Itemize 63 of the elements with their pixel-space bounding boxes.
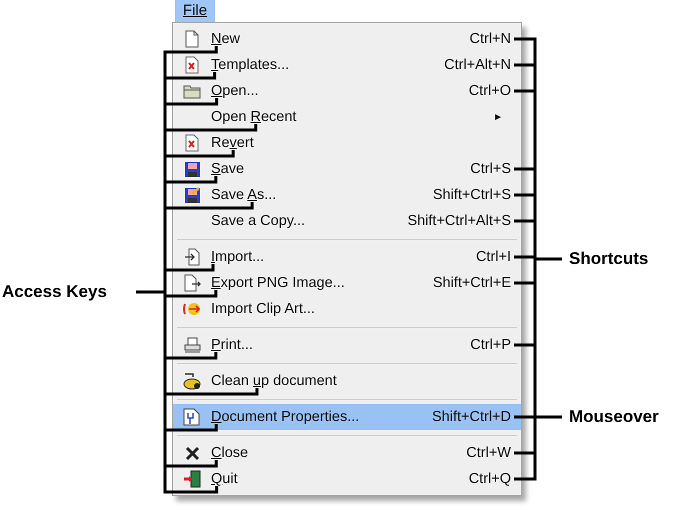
menu-item[interactable]: Quit Ctrl+Q (173, 466, 521, 492)
shortcut-label: Ctrl+N (470, 31, 511, 47)
menu-item[interactable]: Document Properties... Shift+Ctrl+D (173, 404, 521, 430)
menu-item-label: Save a Copy... (211, 213, 306, 229)
blank-page-icon (184, 30, 200, 48)
menu-item-label: New (211, 31, 242, 47)
annotation-label: Mouseover (569, 406, 659, 428)
page-with-cross-icon (184, 134, 200, 152)
clip-art-arrow-icon (182, 302, 202, 316)
menu-item[interactable]: Import Clip Art... (173, 296, 521, 322)
menu-item[interactable]: Open... Ctrl+O (173, 78, 521, 104)
menu-item-label: Quit (211, 471, 239, 487)
shortcut-label: Ctrl+W (466, 445, 511, 461)
annotation-label: Shortcuts (569, 248, 648, 270)
menu-item-label: Save (211, 161, 246, 177)
menu-item-label: Close (211, 445, 250, 461)
folder-icon (183, 84, 201, 98)
shortcut-label: Shift+Ctrl+S (432, 187, 511, 203)
menu-item[interactable]: Import... Ctrl+I (173, 244, 521, 270)
floppy-disk-with-pencil-icon (184, 186, 200, 204)
document-properties-icon (183, 408, 201, 426)
printer-icon (184, 337, 200, 353)
file-menu-title[interactable]: File (175, 0, 215, 22)
menu-item[interactable]: Revert (173, 130, 521, 156)
menu-item-label: Import... (211, 249, 266, 265)
shortcut-label: Ctrl+I (476, 249, 511, 265)
menu-item-label: Print... (211, 337, 254, 353)
page-with-cross-icon (184, 56, 200, 74)
shortcut-label: Ctrl+O (468, 83, 511, 99)
shortcut-label: Ctrl+Q (468, 471, 511, 487)
menu-item-label: Save As... (211, 187, 278, 203)
menu-item[interactable]: Save a Copy... Shift+Ctrl+Alt+S (173, 208, 521, 234)
vacuum-cleaner-icon (182, 372, 202, 390)
menu-item-label: Clean up document (211, 373, 338, 389)
page-with-arrow-icon (184, 274, 200, 292)
submenu-arrow-icon: ► (493, 112, 503, 122)
menu-item-label: Document Properties... (211, 409, 360, 425)
menu-item[interactable]: Clean up document (173, 368, 521, 394)
menu-item-label: Open... (211, 83, 260, 99)
menu-item-label: Import Clip Art... (211, 301, 316, 317)
menu-item-label: Open Recent (211, 109, 298, 125)
shortcut-label: Ctrl+P (470, 337, 511, 353)
menu-item[interactable]: Export PNG Image... Shift+Ctrl+E (173, 270, 521, 296)
menu-item[interactable]: Print... Ctrl+P (173, 332, 521, 358)
menu-item-label: Templates... (211, 57, 290, 73)
shortcut-label: Shift+Ctrl+D (432, 409, 511, 425)
menu-item[interactable]: Open Recent ► (173, 104, 521, 130)
shortcut-label: Ctrl+S (470, 161, 511, 177)
menu-item-label: Revert (211, 135, 255, 151)
exit-door-icon (183, 470, 201, 488)
page-with-arrow-icon (184, 248, 200, 266)
shortcut-label: Shift+Ctrl+Alt+S (407, 213, 511, 229)
annotation-label: Access Keys (2, 281, 107, 303)
menu-item[interactable]: Save Ctrl+S (173, 156, 521, 182)
shortcut-label: Shift+Ctrl+E (432, 275, 511, 291)
menu-item[interactable]: Save As... Shift+Ctrl+S (173, 182, 521, 208)
shortcut-label: Ctrl+Alt+N (444, 57, 511, 73)
menu-item-label: Export PNG Image... (211, 275, 346, 291)
menu-item[interactable]: Templates... Ctrl+Alt+N (173, 52, 521, 78)
menu-item[interactable]: New Ctrl+N (173, 26, 521, 52)
menu-item[interactable]: Close Ctrl+W (173, 440, 521, 466)
leader-line (535, 416, 562, 418)
close-icon (184, 446, 200, 460)
